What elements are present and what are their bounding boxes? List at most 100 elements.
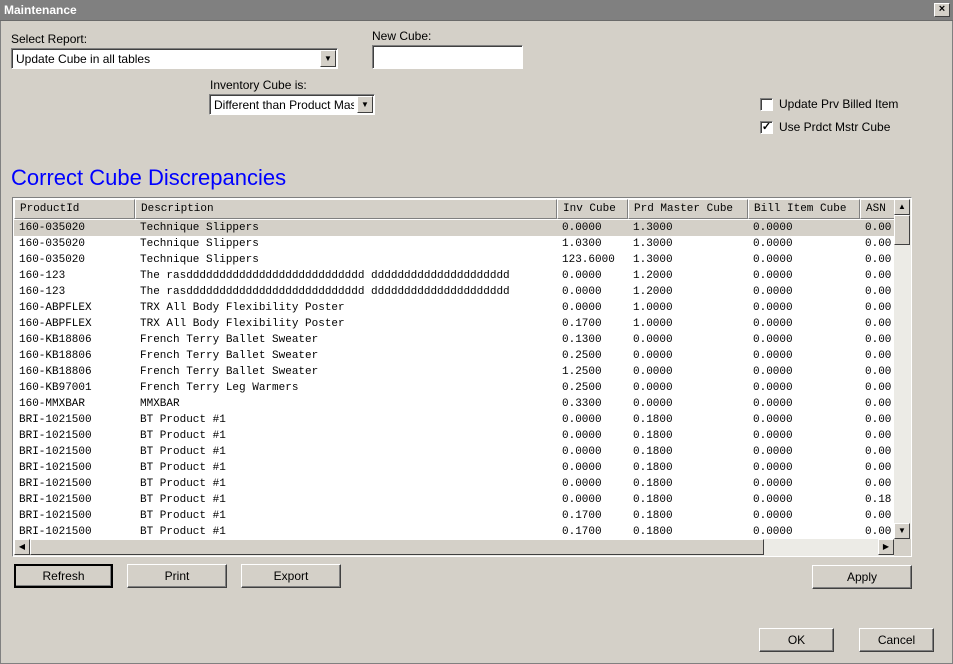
horizontal-scroll-thumb[interactable] — [30, 539, 764, 555]
cell-description: The rasddddddddddddddddddddddddddd ddddd… — [140, 286, 510, 298]
cell-inv-cube: 0.0000 — [562, 222, 602, 234]
column-header-prd-master-cube[interactable]: Prd Master Cube — [628, 199, 748, 219]
table-row[interactable]: BRI-1021500 BT Product #1 0.0000 0.1800 0.00… — [14, 444, 894, 460]
cancel-button[interactable]: Cancel — [859, 628, 934, 652]
vertical-scrollbar[interactable]: ▲ ▼ — [894, 199, 911, 539]
update-prv-billed-item-checkbox[interactable]: Update Prv Billed Item — [760, 97, 899, 111]
cell-bill-item-cube: 0.0000 — [753, 430, 793, 442]
column-header-description[interactable]: Description — [135, 199, 557, 219]
cell-description: Technique Slippers — [140, 254, 259, 266]
discrepancy-grid[interactable]: ProductId Description Inv Cube Prd Maste… — [12, 197, 912, 557]
cell-productid: 160-KB18806 — [19, 350, 92, 362]
cell-description: BT Product #1 — [140, 462, 226, 474]
table-row[interactable]: 160-MMXBAR MMXBAR 0.3300 0.0000 0.0000 0.00 — [14, 396, 894, 412]
cell-asn: 0.00 — [865, 254, 892, 266]
cell-prd-master-cube: 1.0000 — [633, 318, 673, 330]
table-row[interactable]: 160-KB18806 French Terry Ballet Sweater 0.… — [14, 348, 894, 364]
table-row[interactable]: 160-123 The rasdddddddddddddddddddddddddd… — [14, 284, 894, 300]
ok-button[interactable]: OK — [759, 628, 834, 652]
chevron-down-icon[interactable]: ▼ — [357, 96, 373, 113]
cell-productid: 160-MMXBAR — [19, 398, 86, 410]
cell-bill-item-cube: 0.0000 — [753, 318, 793, 330]
checkbox-box[interactable] — [760, 97, 773, 111]
table-row[interactable]: 160-ABPFLEX TRX All Body Flexibility Post… — [14, 316, 894, 332]
cell-bill-item-cube: 0.0000 — [753, 302, 793, 314]
apply-button[interactable]: Apply — [812, 565, 912, 589]
new-cube-label: New Cube: — [372, 29, 432, 43]
cell-description: BT Product #1 — [140, 430, 226, 442]
horizontal-scrollbar[interactable]: ◀ ▶ — [14, 539, 894, 556]
arrow-up-icon[interactable]: ▲ — [894, 199, 910, 215]
inventory-cube-value: Different than Product Mas — [214, 98, 354, 112]
table-row[interactable]: BRI-1021500 BT Product #1 0.0000 0.1800 0.00… — [14, 428, 894, 444]
column-header-asn[interactable]: ASN — [860, 199, 894, 219]
refresh-button[interactable]: Refresh — [14, 564, 113, 588]
table-row[interactable]: 160-035020 Technique Slippers 1.0300 1.3000… — [14, 236, 894, 252]
cell-prd-master-cube: 0.0000 — [633, 334, 673, 346]
cell-productid: 160-KB18806 — [19, 334, 92, 346]
table-row[interactable]: 160-ABPFLEX TRX All Body Flexibility Post… — [14, 300, 894, 316]
cell-bill-item-cube: 0.0000 — [753, 334, 793, 346]
table-row[interactable]: BRI-1021500 BT Product #1 0.0000 0.1800 0.00… — [14, 476, 894, 492]
cell-prd-master-cube: 0.0000 — [633, 398, 673, 410]
cell-description: TRX All Body Flexibility Poster — [140, 302, 345, 314]
inventory-cube-dropdown[interactable]: Different than Product Mas ▼ — [209, 94, 375, 115]
use-prdct-mstr-cube-checkbox[interactable]: ✓ Use Prdct Mstr Cube — [760, 120, 890, 134]
export-button[interactable]: Export — [241, 564, 341, 588]
table-row[interactable]: 160-KB18806 French Terry Ballet Sweater 1.… — [14, 364, 894, 380]
chevron-down-icon[interactable]: ▼ — [320, 50, 336, 67]
cell-bill-item-cube: 0.0000 — [753, 254, 793, 266]
table-row[interactable]: 160-035020 Technique Slippers 0.0000 1.3000… — [14, 220, 894, 236]
column-header-bill-item-cube[interactable]: Bill Item Cube — [748, 199, 860, 219]
cell-asn: 0.00 — [865, 366, 892, 378]
cell-asn: 0.00 — [865, 318, 892, 330]
checkbox-label: Update Prv Billed Item — [779, 97, 899, 111]
checkmark-icon[interactable]: ✓ — [760, 120, 773, 134]
cell-prd-master-cube: 1.2000 — [633, 270, 673, 282]
cell-bill-item-cube: 0.0000 — [753, 222, 793, 234]
title-bar: Maintenance × — [0, 0, 953, 21]
column-header-inv-cube[interactable]: Inv Cube — [557, 199, 628, 219]
table-row[interactable]: BRI-1021500 BT Product #1 0.0000 0.1800 0.00… — [14, 460, 894, 476]
cell-prd-master-cube: 0.0000 — [633, 350, 673, 362]
cell-description: French Terry Ballet Sweater — [140, 334, 319, 346]
cell-inv-cube: 1.0300 — [562, 238, 602, 250]
cell-description: TRX All Body Flexibility Poster — [140, 318, 345, 330]
table-row[interactable]: BRI-1021500 BT Product #1 0.0000 0.1800 0.00… — [14, 492, 894, 508]
vertical-scroll-thumb[interactable] — [894, 215, 910, 245]
table-row[interactable]: 160-035020 Technique Slippers 123.6000 1.30… — [14, 252, 894, 268]
select-report-dropdown[interactable]: Update Cube in all tables ▼ — [11, 48, 338, 69]
cell-bill-item-cube: 0.0000 — [753, 286, 793, 298]
arrow-down-icon[interactable]: ▼ — [894, 523, 910, 539]
cell-asn: 0.18 — [865, 494, 892, 506]
cell-productid: 160-ABPFLEX — [19, 318, 92, 330]
cell-prd-master-cube: 1.0000 — [633, 302, 673, 314]
column-header-productid[interactable]: ProductId — [14, 199, 135, 219]
cell-asn: 0.00 — [865, 462, 892, 474]
cell-description: BT Product #1 — [140, 494, 226, 506]
cell-description: BT Product #1 — [140, 446, 226, 458]
cell-bill-item-cube: 0.0000 — [753, 238, 793, 250]
table-row[interactable]: BRI-1021500 BT Product #1 0.0000 0.1800 0.00… — [14, 412, 894, 428]
table-row[interactable]: BRI-1021500 BT Product #1 0.1700 0.1800 0.00… — [14, 524, 894, 539]
checkbox-label: Use Prdct Mstr Cube — [779, 120, 891, 134]
arrow-left-icon[interactable]: ◀ — [14, 539, 30, 555]
cell-asn: 0.00 — [865, 510, 892, 522]
table-row[interactable]: 160-KB97001 French Terry Leg Warmers 0.250… — [14, 380, 894, 396]
cell-inv-cube: 0.1300 — [562, 334, 602, 346]
cell-description: French Terry Ballet Sweater — [140, 366, 319, 378]
table-row[interactable]: 160-123 The rasdddddddddddddddddddddddddd… — [14, 268, 894, 284]
close-button[interactable]: × — [934, 3, 950, 17]
cell-inv-cube: 0.2500 — [562, 382, 602, 394]
select-report-label: Select Report: — [11, 32, 88, 46]
new-cube-input[interactable] — [372, 45, 523, 69]
cell-inv-cube: 1.2500 — [562, 366, 602, 378]
print-button[interactable]: Print — [127, 564, 227, 588]
table-row[interactable]: 160-KB18806 French Terry Ballet Sweater 0.… — [14, 332, 894, 348]
cell-prd-master-cube: 0.0000 — [633, 382, 673, 394]
cell-productid: BRI-1021500 — [19, 414, 92, 426]
table-row[interactable]: BRI-1021500 BT Product #1 0.1700 0.1800 0.00… — [14, 508, 894, 524]
cell-description: BT Product #1 — [140, 526, 226, 538]
arrow-right-icon[interactable]: ▶ — [878, 539, 894, 555]
cell-asn: 0.00 — [865, 270, 892, 282]
